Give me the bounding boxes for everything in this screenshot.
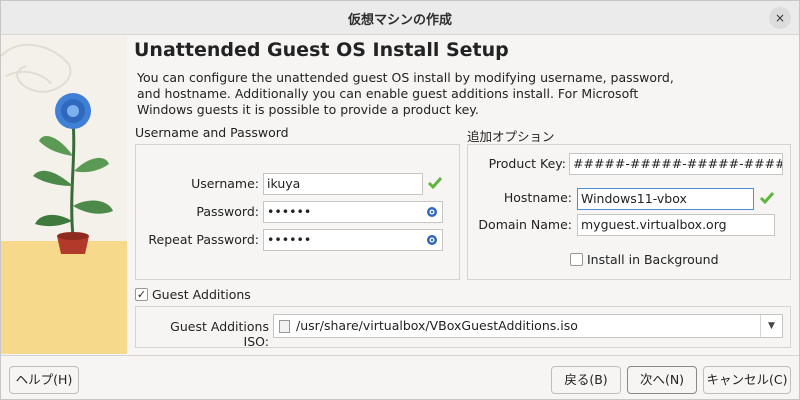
next-button[interactable]: 次へ(N) [627,366,697,394]
repeat-password-field[interactable]: •••••• [263,229,443,251]
green-check-icon [759,192,775,205]
eye-icon[interactable] [426,234,438,246]
username-label: Username: [191,176,259,191]
password-field[interactable]: •••••• [263,201,443,223]
file-icon [279,320,290,333]
domain-name-label: Domain Name: [478,217,572,232]
page-description: You can configure the unattended guest O… [137,70,674,117]
title-bar: 仮想マシンの作成 × [1,1,799,35]
domain-name-field[interactable]: myguest.virtualbox.org [577,214,775,236]
help-button[interactable]: ヘルプ(H) [9,366,79,394]
guest-additions-iso-selector[interactable]: /usr/share/virtualbox/VBoxGuestAdditions… [273,314,783,338]
install-background-label: Install in Background [587,252,719,267]
password-label: Password: [196,204,259,219]
guest-additions-checkbox[interactable]: ✓ [135,288,148,301]
product-key-field[interactable]: #####-#####-#####-#####-##### [569,153,783,175]
hostname-field[interactable]: Windows11-vbox [577,188,754,210]
repeat-password-value: •••••• [267,232,312,247]
credentials-group-title: Username and Password [135,125,289,140]
password-value: •••••• [267,204,312,219]
back-button[interactable]: 戻る(B) [551,366,621,394]
close-button[interactable]: × [769,7,791,29]
chevron-down-icon[interactable]: ▼ [760,315,782,337]
wizard-illustration [1,36,127,354]
repeat-password-label: Repeat Password: [148,232,259,247]
options-group-title: 追加オプション [467,129,555,144]
guest-additions-iso-label: Guest Additions ISO: [170,319,269,349]
page-heading: Unattended Guest OS Install Setup [134,39,509,61]
cancel-button[interactable]: キャンセル(C) [703,366,791,394]
eye-icon[interactable] [426,206,438,218]
guest-additions-label: Guest Additions [152,287,251,302]
username-field[interactable]: ikuya [263,173,423,195]
install-background-checkbox[interactable] [570,253,583,266]
close-icon: × [774,11,786,25]
window-title: 仮想マシンの作成 [347,13,452,28]
guest-additions-iso-path: /usr/share/virtualbox/VBoxGuestAdditions… [296,318,578,333]
create-vm-dialog: 仮想マシンの作成 × Unattended Guest OS Install S… [0,0,800,400]
green-check-icon [427,177,443,190]
hostname-label: Hostname: [503,190,572,205]
button-bar: ヘルプ(H) 戻る(B) 次へ(N) キャンセル(C) [1,355,799,399]
product-key-label: Product Key: [488,156,566,171]
